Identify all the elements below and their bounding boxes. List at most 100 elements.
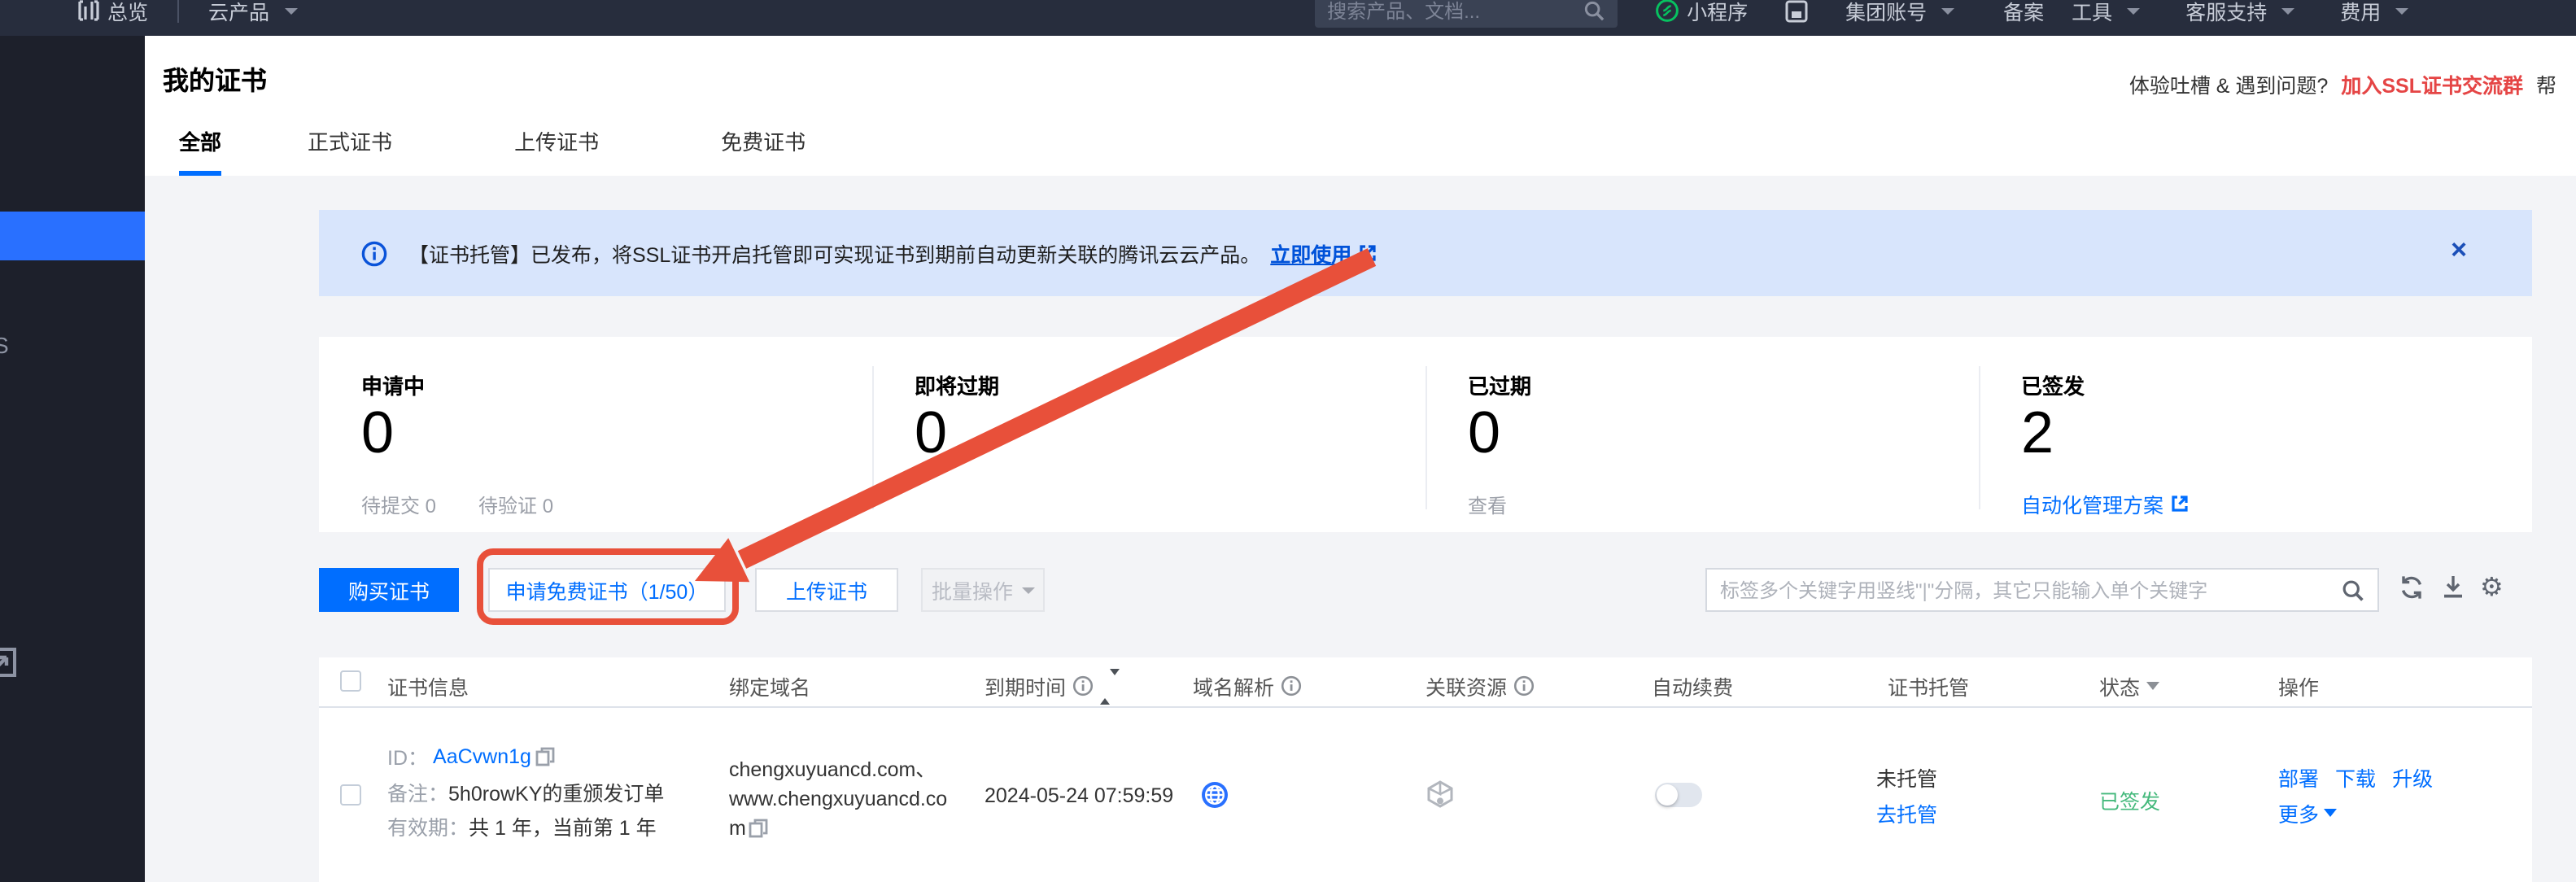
cert-note-label: 备注： [387, 783, 448, 806]
chevron-down-icon [2395, 7, 2408, 14]
row-checkbox[interactable] [340, 784, 361, 806]
search-icon[interactable] [2342, 579, 2364, 601]
tag-filter-search[interactable] [1705, 568, 2379, 612]
divider [872, 366, 874, 509]
topbar-cloud-products[interactable]: 云产品 [208, 0, 297, 26]
hosting-banner: 【证书托管】已发布，将SSL证书开启托管即可实现证书到期前自动更新关联的腾讯云云… [319, 210, 2532, 296]
chevron-down-icon [2281, 7, 2294, 14]
apply-free-cert-button[interactable]: 申请免费证书（1/50） [488, 568, 726, 612]
hosting-action-link[interactable]: 去托管 [1876, 797, 1937, 828]
hosting-status: 未托管 [1876, 762, 1937, 792]
workspace-icon [1785, 0, 1808, 22]
sidebar-item-fragment[interactable]: S [0, 332, 9, 358]
col-expire: 到期时间 [985, 670, 1120, 701]
batch-actions-button[interactable]: 批量操作 [921, 568, 1045, 612]
automation-link[interactable]: 自动化管理方案 [2021, 488, 2188, 519]
table-header: 证书信息 绑定域名 到期时间 域名解析 关联资源 自动续费 证书托管 状态 操作 [319, 657, 2532, 708]
op-download-link[interactable]: 下载 [2335, 762, 2376, 792]
topbar-icp[interactable]: 备案 [2003, 0, 2044, 26]
op-deploy-link[interactable]: 部署 [2278, 762, 2319, 792]
stat-pending-submit: 待提交 0 [361, 491, 436, 519]
col-cert-hosting: 证书托管 [1888, 670, 1969, 701]
col-cert-info: 证书信息 [387, 670, 469, 701]
divider [1979, 366, 1980, 509]
cert-id-label: ID： [387, 740, 428, 771]
external-arrow-icon[interactable] [0, 648, 16, 677]
help-link-partial[interactable]: 帮 [2536, 68, 2556, 99]
topbar-billing[interactable]: 费用 [2340, 0, 2408, 26]
left-sidebar: S [0, 36, 145, 882]
page-title: 我的证书 [163, 59, 267, 98]
chevron-down-icon [2324, 809, 2337, 817]
info-icon [1072, 675, 1094, 696]
tab-formal-cert[interactable]: 正式证书 [273, 125, 426, 176]
tab-all[interactable]: 全部 [163, 125, 238, 176]
stat-issued-label: 已签发 [2021, 369, 2085, 400]
op-more-link[interactable]: 更多 [2278, 797, 2319, 828]
topbar-tools[interactable]: 工具 [2072, 0, 2140, 26]
cert-table: 证书信息 绑定域名 到期时间 域名解析 关联资源 自动续费 证书托管 状态 操作 [319, 657, 2532, 882]
stat-expired-value: 0 [1468, 399, 1500, 467]
stat-applying-value: 0 [361, 399, 394, 467]
divider [1426, 366, 1427, 509]
select-all-checkbox[interactable] [340, 670, 361, 692]
dns-globe-icon[interactable] [1201, 781, 1229, 809]
auto-renew-toggle[interactable] [1655, 783, 1702, 807]
external-link-icon [1358, 244, 1376, 262]
stat-expired-view-link[interactable]: 查看 [1468, 491, 1507, 519]
info-icon [1513, 675, 1535, 696]
refresh-icon[interactable] [2399, 574, 2425, 600]
screenshot-root: 总览 云产品 小程序 集团账号 备案 [0, 0, 2576, 882]
upload-cert-button[interactable]: 上传证书 [755, 568, 898, 612]
info-icon [1281, 675, 1302, 696]
topbar-divider [177, 0, 179, 22]
buy-cert-button[interactable]: 购买证书 [319, 568, 459, 612]
tab-free-cert[interactable]: 免费证书 [687, 125, 840, 176]
tab-bar: 全部 正式证书 上传证书 免费证书 [163, 125, 840, 176]
col-auto-renew: 自动续费 [1652, 670, 1733, 701]
topbar-workspace[interactable] [1785, 0, 1808, 22]
chevron-down-icon [1021, 587, 1034, 593]
chevron-down-icon [284, 7, 297, 14]
topbar-search-input[interactable] [1327, 0, 1583, 22]
gear-icon[interactable]: ⚙ [2480, 573, 2504, 605]
expire-time: 2024-05-24 07:59:59 [985, 784, 1173, 807]
top-nav-bar: 总览 云产品 小程序 集团账号 备案 [0, 0, 2576, 36]
topbar-support[interactable]: 客服支持 [2185, 0, 2294, 26]
search-icon[interactable] [1583, 0, 1604, 21]
stat-applying-label: 申请中 [361, 369, 425, 400]
copy-icon[interactable] [536, 746, 556, 766]
col-linked-resources: 关联资源 [1426, 670, 1535, 701]
filter-icon[interactable] [2146, 682, 2159, 690]
tag-filter-input[interactable] [1720, 579, 2342, 601]
banner-use-now-link[interactable]: 立即使用 [1270, 238, 1351, 269]
banner-text: 【证书托管】已发布，将SSL证书开启托管即可实现证书到期前自动更新关联的腾讯云云… [408, 238, 1260, 269]
copy-icon[interactable] [749, 819, 769, 838]
col-domain: 绑定域名 [729, 670, 810, 701]
topbar-mini-program[interactable]: 小程序 [1654, 0, 1748, 26]
sidebar-item-active[interactable] [0, 212, 145, 260]
mini-program-icon [1654, 0, 1679, 23]
cert-validity-label: 有效期： [387, 817, 469, 840]
sort-icon[interactable] [1100, 675, 1120, 697]
tab-upload-cert[interactable]: 上传证书 [480, 125, 633, 176]
resource-cube-icon[interactable] [1426, 779, 1455, 810]
close-icon[interactable]: × [2451, 236, 2467, 264]
topbar-group-account[interactable]: 集团账号 [1845, 0, 1954, 26]
chevron-down-icon [2127, 7, 2140, 14]
bound-domains: chengxuyuancd.com、 www.chengxuyuancd.co … [729, 755, 947, 843]
cert-note: 5h0rowKY的重颁发订单 [448, 783, 664, 806]
stat-expired-label: 已过期 [1468, 369, 1531, 400]
console-grid-icon [78, 0, 99, 21]
col-status: 状态 [2099, 670, 2159, 701]
topbar-overview-label: 总览 [107, 0, 148, 26]
stat-issued-value: 2 [2021, 399, 2054, 467]
download-icon[interactable] [2441, 574, 2465, 599]
cert-validity: 共 1 年，当前第 1 年 [469, 817, 657, 840]
info-icon [361, 240, 387, 266]
topbar-overview[interactable]: 总览 [78, 0, 148, 26]
op-upgrade-link[interactable]: 升级 [2392, 762, 2433, 792]
topbar-search[interactable] [1314, 0, 1617, 27]
join-group-link[interactable]: 加入SSL证书交流群 [2341, 68, 2523, 99]
cert-id-link[interactable]: AaCvwn1g [433, 744, 531, 767]
